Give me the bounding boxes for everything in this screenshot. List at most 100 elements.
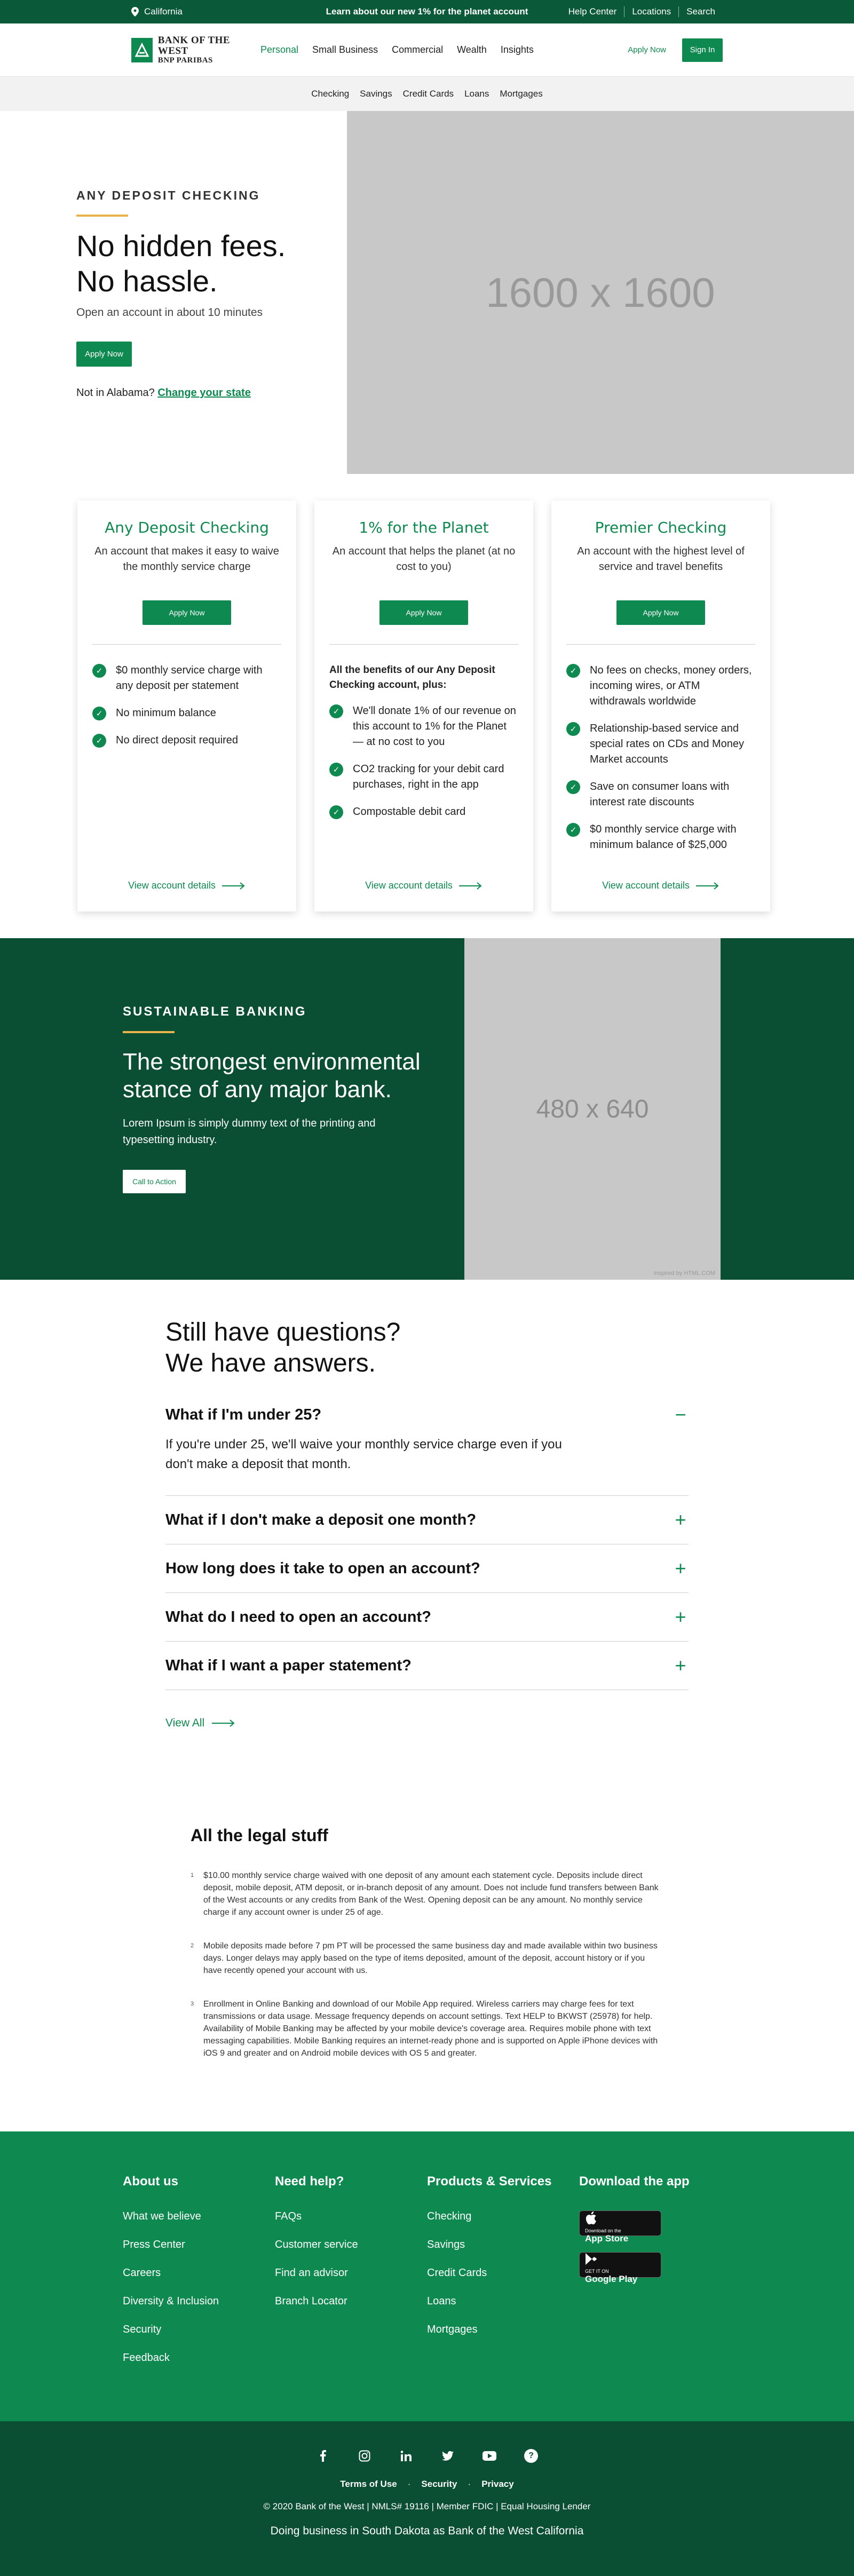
app-store-badge[interactable]: Download on the App Store (579, 2210, 661, 2244)
badge-small-text: Download on the (585, 2228, 621, 2233)
faq-item: What if I'm under 25? − If you're under … (165, 1395, 689, 1496)
card-title: Any Deposit Checking (105, 519, 269, 536)
faq-question[interactable]: How long does it take to open an account… (165, 1544, 689, 1592)
header-apply-now-link[interactable]: Apply Now (628, 45, 666, 54)
nav-personal[interactable]: Personal (260, 44, 298, 56)
call-to-action-button[interactable]: Call to Action (123, 1170, 186, 1193)
search-link[interactable]: Search (679, 6, 723, 17)
footer-heading: About us (123, 2174, 178, 2189)
linkedin-icon[interactable] (399, 2449, 413, 2463)
faq-question[interactable]: What if I don't make a deposit one month… (165, 1496, 689, 1544)
card-description: An account with the highest level of ser… (577, 545, 745, 573)
nav-commercial[interactable]: Commercial (392, 44, 443, 56)
hero-image-placeholder: 1600 x 1600 (347, 111, 854, 474)
sustainable-body: Lorem Ipsum is simply dummy text of the … (123, 1117, 376, 1146)
expand-plus-icon[interactable]: + (673, 1557, 689, 1580)
bank-logo[interactable]: BANK OF THE WEST BNP PARIBAS (131, 35, 249, 65)
legal-item: 2 Mobile deposits made before 7 pm PT wil… (191, 1940, 663, 1977)
hero-subtitle: Open an account in about 10 minutes (76, 306, 263, 319)
nav-wealth[interactable]: Wealth (457, 44, 487, 56)
promo-link[interactable]: Learn about our new 1% for the planet ac… (326, 6, 528, 17)
checkmark-icon: ✓ (566, 823, 580, 837)
security-link[interactable]: Security (421, 2479, 457, 2490)
footer-link[interactable]: Feedback (123, 2352, 275, 2364)
footer-link[interactable]: Diversity & Inclusion (123, 2295, 275, 2308)
card-apply-now-button[interactable]: Apply Now (143, 600, 231, 625)
footer-bottom: ? Terms of Use · Security · Privacy © 20… (0, 2421, 854, 2576)
legal-links: Terms of Use · Security · Privacy (0, 2479, 854, 2490)
nav-small-business[interactable]: Small Business (312, 44, 378, 56)
feature-text: We'll donate 1% of our revenue on this a… (353, 705, 516, 748)
card-apply-now-button[interactable]: Apply Now (616, 600, 705, 625)
footer-column-products: Products & Services Checking Savings Cre… (427, 2174, 579, 2421)
terms-of-use-link[interactable]: Terms of Use (340, 2479, 397, 2490)
faq-question[interactable]: What if I want a paper statement? + (165, 1642, 689, 1690)
youtube-icon[interactable] (483, 2449, 496, 2463)
view-account-details-link[interactable]: View account details (314, 880, 533, 891)
footer-link[interactable]: Security (123, 2324, 275, 2336)
footnote-number: 3 (191, 2001, 194, 2007)
card-apply-now-button[interactable]: Apply Now (379, 600, 468, 625)
footer-link[interactable]: Customer service (275, 2239, 427, 2251)
hero-apply-now-button[interactable]: Apply Now (76, 342, 132, 367)
view-account-details-link[interactable]: View account details (77, 880, 296, 891)
footer-link[interactable]: Careers (123, 2267, 275, 2279)
footer-link[interactable]: Credit Cards (427, 2267, 579, 2279)
site-header: BANK OF THE WEST BNP PARIBAS Personal Sm… (0, 23, 854, 77)
divider (566, 644, 755, 645)
footer-link[interactable]: Checking (427, 2210, 579, 2223)
footer-link[interactable]: What we believe (123, 2210, 275, 2223)
footer-link[interactable]: Press Center (123, 2239, 275, 2251)
faq-question[interactable]: What if I'm under 25? − (165, 1395, 689, 1434)
account-cards: Any Deposit Checking An account that mak… (0, 474, 854, 938)
nav-insights[interactable]: Insights (501, 44, 534, 56)
collapse-minus-icon[interactable]: − (673, 1404, 689, 1426)
footer-link[interactable]: Branch Locator (275, 2295, 427, 2308)
divider (329, 644, 518, 645)
expand-plus-icon[interactable]: + (673, 1509, 689, 1531)
footer-link[interactable]: Savings (427, 2239, 579, 2251)
expand-plus-icon[interactable]: + (673, 1654, 689, 1677)
footer-link[interactable]: Mortgages (427, 2324, 579, 2336)
feature-text: Save on consumer loans with interest rat… (590, 781, 730, 808)
main-nav: Personal Small Business Commercial Wealt… (260, 44, 534, 56)
footer-link[interactable]: FAQs (275, 2210, 427, 2223)
twitter-icon[interactable] (441, 2449, 455, 2463)
faq-item: What if I don't make a deposit one month… (165, 1496, 689, 1544)
legal-item: 1 $10.00 monthly service charge waived wi… (191, 1869, 663, 1919)
help-center-link[interactable]: Help Center (561, 6, 624, 17)
hero-title-line-1: No hidden fees. (76, 229, 286, 263)
feature-text: $0 monthly service charge with any depos… (116, 664, 263, 692)
faq-item: How long does it take to open an account… (165, 1544, 689, 1593)
subnav-mortgages[interactable]: Mortgages (500, 89, 542, 99)
accent-bar (123, 1031, 175, 1033)
location-selector[interactable]: California (131, 6, 183, 17)
copyright-text: © 2020 Bank of the West | NMLS# 19116 | … (263, 2501, 591, 2511)
social-links: ? (0, 2449, 854, 2463)
subnav-loans[interactable]: Loans (464, 89, 489, 99)
feature-item: ✓ Save on consumer loans with interest ra… (566, 779, 755, 810)
view-all-link[interactable]: View All (165, 1717, 689, 1730)
footer-column-help: Need help? FAQs Customer service Find an… (275, 2174, 427, 2421)
instagram-icon[interactable] (358, 2449, 371, 2463)
legal-text: Enrollment in Online Banking and downloa… (203, 2000, 658, 2058)
google-play-badge[interactable]: GET IT ON Google Play (579, 2252, 661, 2284)
legal-item: 3 Enrollment in Online Banking and downlo… (191, 1998, 663, 2059)
subnav-credit-cards[interactable]: Credit Cards (403, 89, 454, 99)
privacy-link[interactable]: Privacy (481, 2479, 514, 2490)
help-question-icon[interactable]: ? (524, 2449, 538, 2463)
faq-question-text: What if I'm under 25? (165, 1406, 322, 1423)
footer-link[interactable]: Loans (427, 2295, 579, 2308)
expand-plus-icon[interactable]: + (673, 1606, 689, 1628)
account-card-planet: 1% for the Planet An account that helps … (314, 501, 533, 911)
footer-link[interactable]: Find an advisor (275, 2267, 427, 2279)
feature-item: ✓ No minimum balance (92, 706, 281, 721)
subnav-savings[interactable]: Savings (360, 89, 392, 99)
sign-in-button[interactable]: Sign In (682, 38, 723, 62)
facebook-icon[interactable] (316, 2449, 330, 2463)
subnav-checking[interactable]: Checking (311, 89, 349, 99)
change-state-link[interactable]: Change your state (157, 387, 250, 399)
view-account-details-link[interactable]: View account details (551, 880, 770, 891)
locations-link[interactable]: Locations (624, 6, 678, 17)
faq-question[interactable]: What do I need to open an account? + (165, 1593, 689, 1641)
